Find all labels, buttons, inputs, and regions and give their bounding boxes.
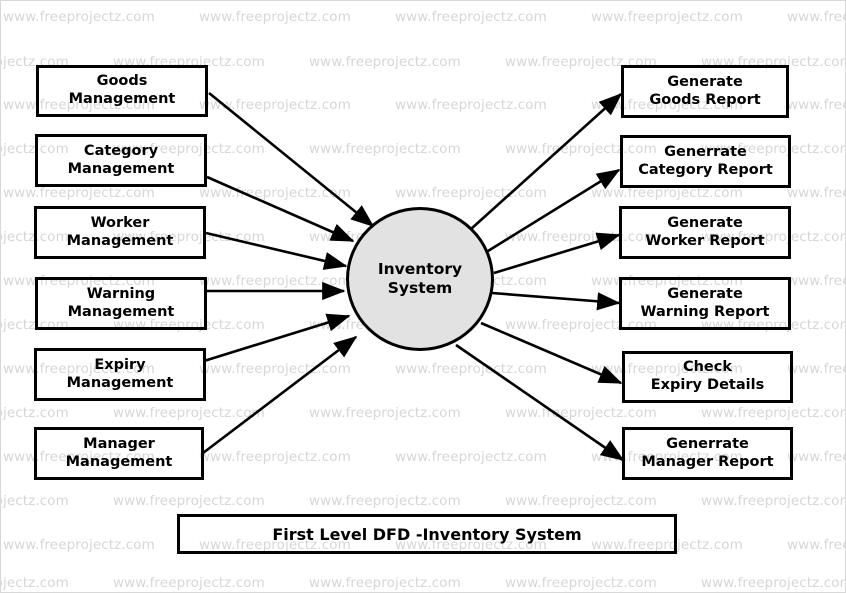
entity-check-expiry-details[interactable]: Check Expiry Details xyxy=(622,351,793,403)
entity-generate-manager-report-label: Generrate Manager Report xyxy=(641,435,774,470)
entity-expiry-management-label: Expiry Management xyxy=(66,356,174,391)
flow-process-to-generate-worker-report xyxy=(493,232,621,275)
entity-worker-management[interactable]: Worker Management xyxy=(34,206,206,259)
entity-goods-management-label: Goods Management xyxy=(68,73,176,107)
flow-category-management-to-process xyxy=(206,175,355,243)
entity-generate-category-report[interactable]: Generrate Category Report xyxy=(620,135,791,188)
diagram-caption-label: First Level DFD -Inventory System xyxy=(272,524,582,544)
flow-goods-management-to-process xyxy=(208,91,375,228)
dfd-diagram-canvas: www.freeprojectz.com www.freeprojectz.com… xyxy=(0,0,846,593)
entity-manager-management[interactable]: Manager Management xyxy=(34,427,204,480)
entity-generate-worker-report[interactable]: Generate Worker Report xyxy=(619,206,791,259)
flow-process-to-check-expiry-details xyxy=(480,321,623,385)
entity-generate-goods-report[interactable]: Generate Goods Report xyxy=(621,65,789,118)
process-inventory-system-label: Inventory System xyxy=(377,259,463,297)
entity-warning-management[interactable]: Warning Management xyxy=(35,277,207,330)
entity-goods-management[interactable]: Goods Management xyxy=(36,65,208,117)
flow-process-to-generate-manager-report xyxy=(455,343,625,462)
entity-generate-worker-report-label: Generate Worker Report xyxy=(645,214,765,249)
entity-generate-manager-report[interactable]: Generrate Manager Report xyxy=(622,427,793,480)
diagram-caption: First Level DFD -Inventory System xyxy=(177,514,677,554)
entity-generate-goods-report-label: Generate Goods Report xyxy=(649,73,761,108)
entity-generate-category-report-label: Generrate Category Report xyxy=(638,143,773,178)
flow-process-to-generate-category-report xyxy=(487,168,621,253)
entity-check-expiry-details-label: Check Expiry Details xyxy=(650,359,765,393)
entity-category-management-label: Category Management xyxy=(67,142,175,177)
entity-worker-management-label: Worker Management xyxy=(66,214,174,249)
flow-expiry-management-to-process xyxy=(203,313,351,363)
entity-warning-management-label: Warning Management xyxy=(67,285,175,320)
flow-process-to-generate-warning-report xyxy=(491,291,621,311)
entity-category-management[interactable]: Category Management xyxy=(35,134,207,187)
flow-process-to-generate-goods-report xyxy=(470,92,623,230)
entity-manager-management-label: Manager Management xyxy=(65,435,173,470)
entity-generate-warning-report-label: Generate Warning Report xyxy=(640,285,770,320)
flow-worker-management-to-process xyxy=(205,231,348,270)
process-inventory-system[interactable]: Inventory System xyxy=(346,207,494,351)
entity-expiry-management[interactable]: Expiry Management xyxy=(34,348,206,401)
entity-generate-warning-report[interactable]: Generate Warning Report xyxy=(619,277,791,330)
